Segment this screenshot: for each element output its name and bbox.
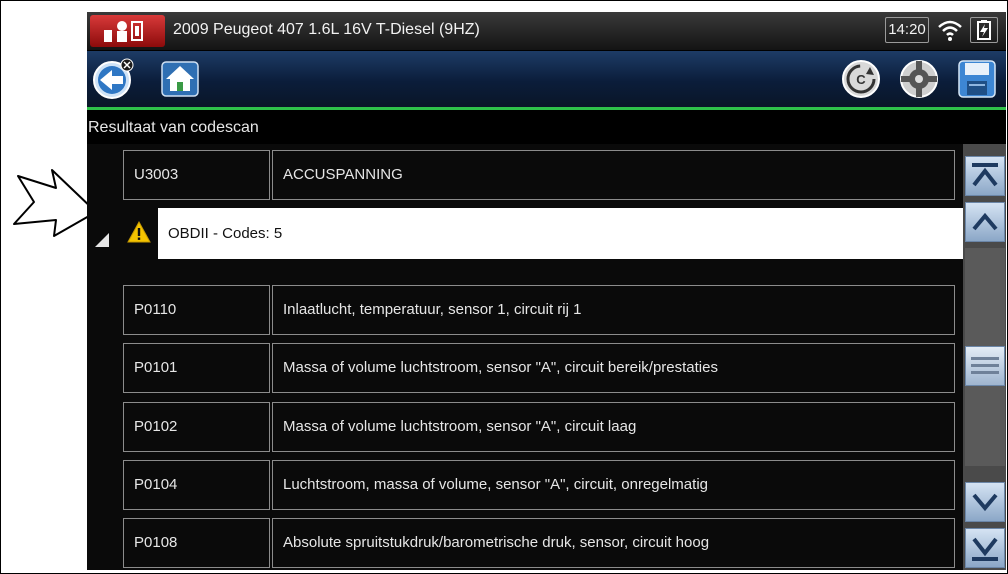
chevron-up-icon bbox=[972, 212, 998, 231]
code-row-p0102[interactable]: P0102 Massa of volume luchtstroom, senso… bbox=[123, 402, 955, 452]
code-group-header[interactable]: OBDII - Codes: 5 bbox=[87, 206, 963, 260]
chevron-down-icon bbox=[972, 493, 998, 512]
description-cell: Massa of volume luchtstroom, sensor "A",… bbox=[272, 343, 955, 393]
clear-codes-icon: C bbox=[842, 60, 880, 98]
toolbar: C bbox=[87, 51, 1006, 107]
shortcut-button[interactable] bbox=[897, 57, 941, 101]
shortcut-icon bbox=[900, 60, 938, 98]
status-bar: 2009 Peugeot 407 1.6L 16V T-Diesel (9HZ)… bbox=[87, 12, 1006, 51]
vehicle-title: 2009 Peugeot 407 1.6L 16V T-Diesel (9HZ) bbox=[173, 21, 480, 38]
save-icon bbox=[958, 60, 996, 98]
back-arrow-icon bbox=[93, 58, 134, 99]
code-row-u3003[interactable]: U3003 ACCUSPANNING bbox=[123, 150, 955, 200]
scroll-up-button[interactable] bbox=[965, 202, 1005, 242]
scroll-bottom-button[interactable] bbox=[965, 528, 1005, 568]
pointer-arrow-icon bbox=[13, 169, 97, 237]
scroll-to-bottom-icon bbox=[972, 537, 998, 561]
group-label: OBDII - Codes: 5 bbox=[158, 208, 963, 259]
code-cell: P0101 bbox=[123, 343, 270, 393]
description-cell: Absolute spruitstukdruk/barometrische dr… bbox=[272, 518, 955, 568]
code-cell: P0102 bbox=[123, 402, 270, 452]
scrollbar[interactable] bbox=[963, 144, 1006, 570]
scroll-to-top-icon bbox=[972, 163, 998, 187]
clock: 14:20 bbox=[885, 17, 929, 43]
save-button[interactable] bbox=[955, 57, 999, 101]
code-list: U3003 ACCUSPANNING OBDII - Codes: 5 P011… bbox=[87, 144, 963, 570]
wifi-icon bbox=[938, 20, 962, 41]
code-row-p0101[interactable]: P0101 Massa of volume luchtstroom, senso… bbox=[123, 343, 955, 393]
scroll-thumb[interactable] bbox=[965, 346, 1005, 386]
scan-tool-screen: 2009 Peugeot 407 1.6L 16V T-Diesel (9HZ)… bbox=[87, 12, 1006, 570]
code-row-p0108[interactable]: P0108 Absolute spruitstukdruk/barometris… bbox=[123, 518, 955, 568]
code-row-p0104[interactable]: P0104 Luchtstroom, massa of volume, sens… bbox=[123, 460, 955, 510]
warning-icon bbox=[127, 221, 151, 243]
screen-title: Resultaat van codescan bbox=[87, 110, 1006, 144]
home-button[interactable] bbox=[159, 57, 203, 101]
description-cell: Luchtstroom, massa of volume, sensor "A"… bbox=[272, 460, 955, 510]
clear-codes-button[interactable]: C bbox=[839, 57, 883, 101]
code-row-p0110[interactable]: P0110 Inlaatlucht, temperatuur, sensor 1… bbox=[123, 285, 955, 335]
description-cell: ACCUSPANNING bbox=[272, 150, 955, 200]
code-cell: U3003 bbox=[123, 150, 270, 200]
home-icon bbox=[161, 61, 199, 97]
vehicle-logo-icon bbox=[90, 15, 165, 47]
code-cell: P0104 bbox=[123, 460, 270, 510]
battery-icon bbox=[970, 17, 998, 43]
expand-triangle-icon bbox=[95, 233, 109, 247]
scroll-top-button[interactable] bbox=[965, 156, 1005, 196]
description-cell: Massa of volume luchtstroom, sensor "A",… bbox=[272, 402, 955, 452]
code-cell: P0108 bbox=[123, 518, 270, 568]
back-button[interactable] bbox=[91, 57, 135, 101]
code-cell: P0110 bbox=[123, 285, 270, 335]
description-cell: Inlaatlucht, temperatuur, sensor 1, circ… bbox=[272, 285, 955, 335]
scroll-down-button[interactable] bbox=[965, 482, 1005, 522]
svg-text:C: C bbox=[856, 72, 866, 87]
